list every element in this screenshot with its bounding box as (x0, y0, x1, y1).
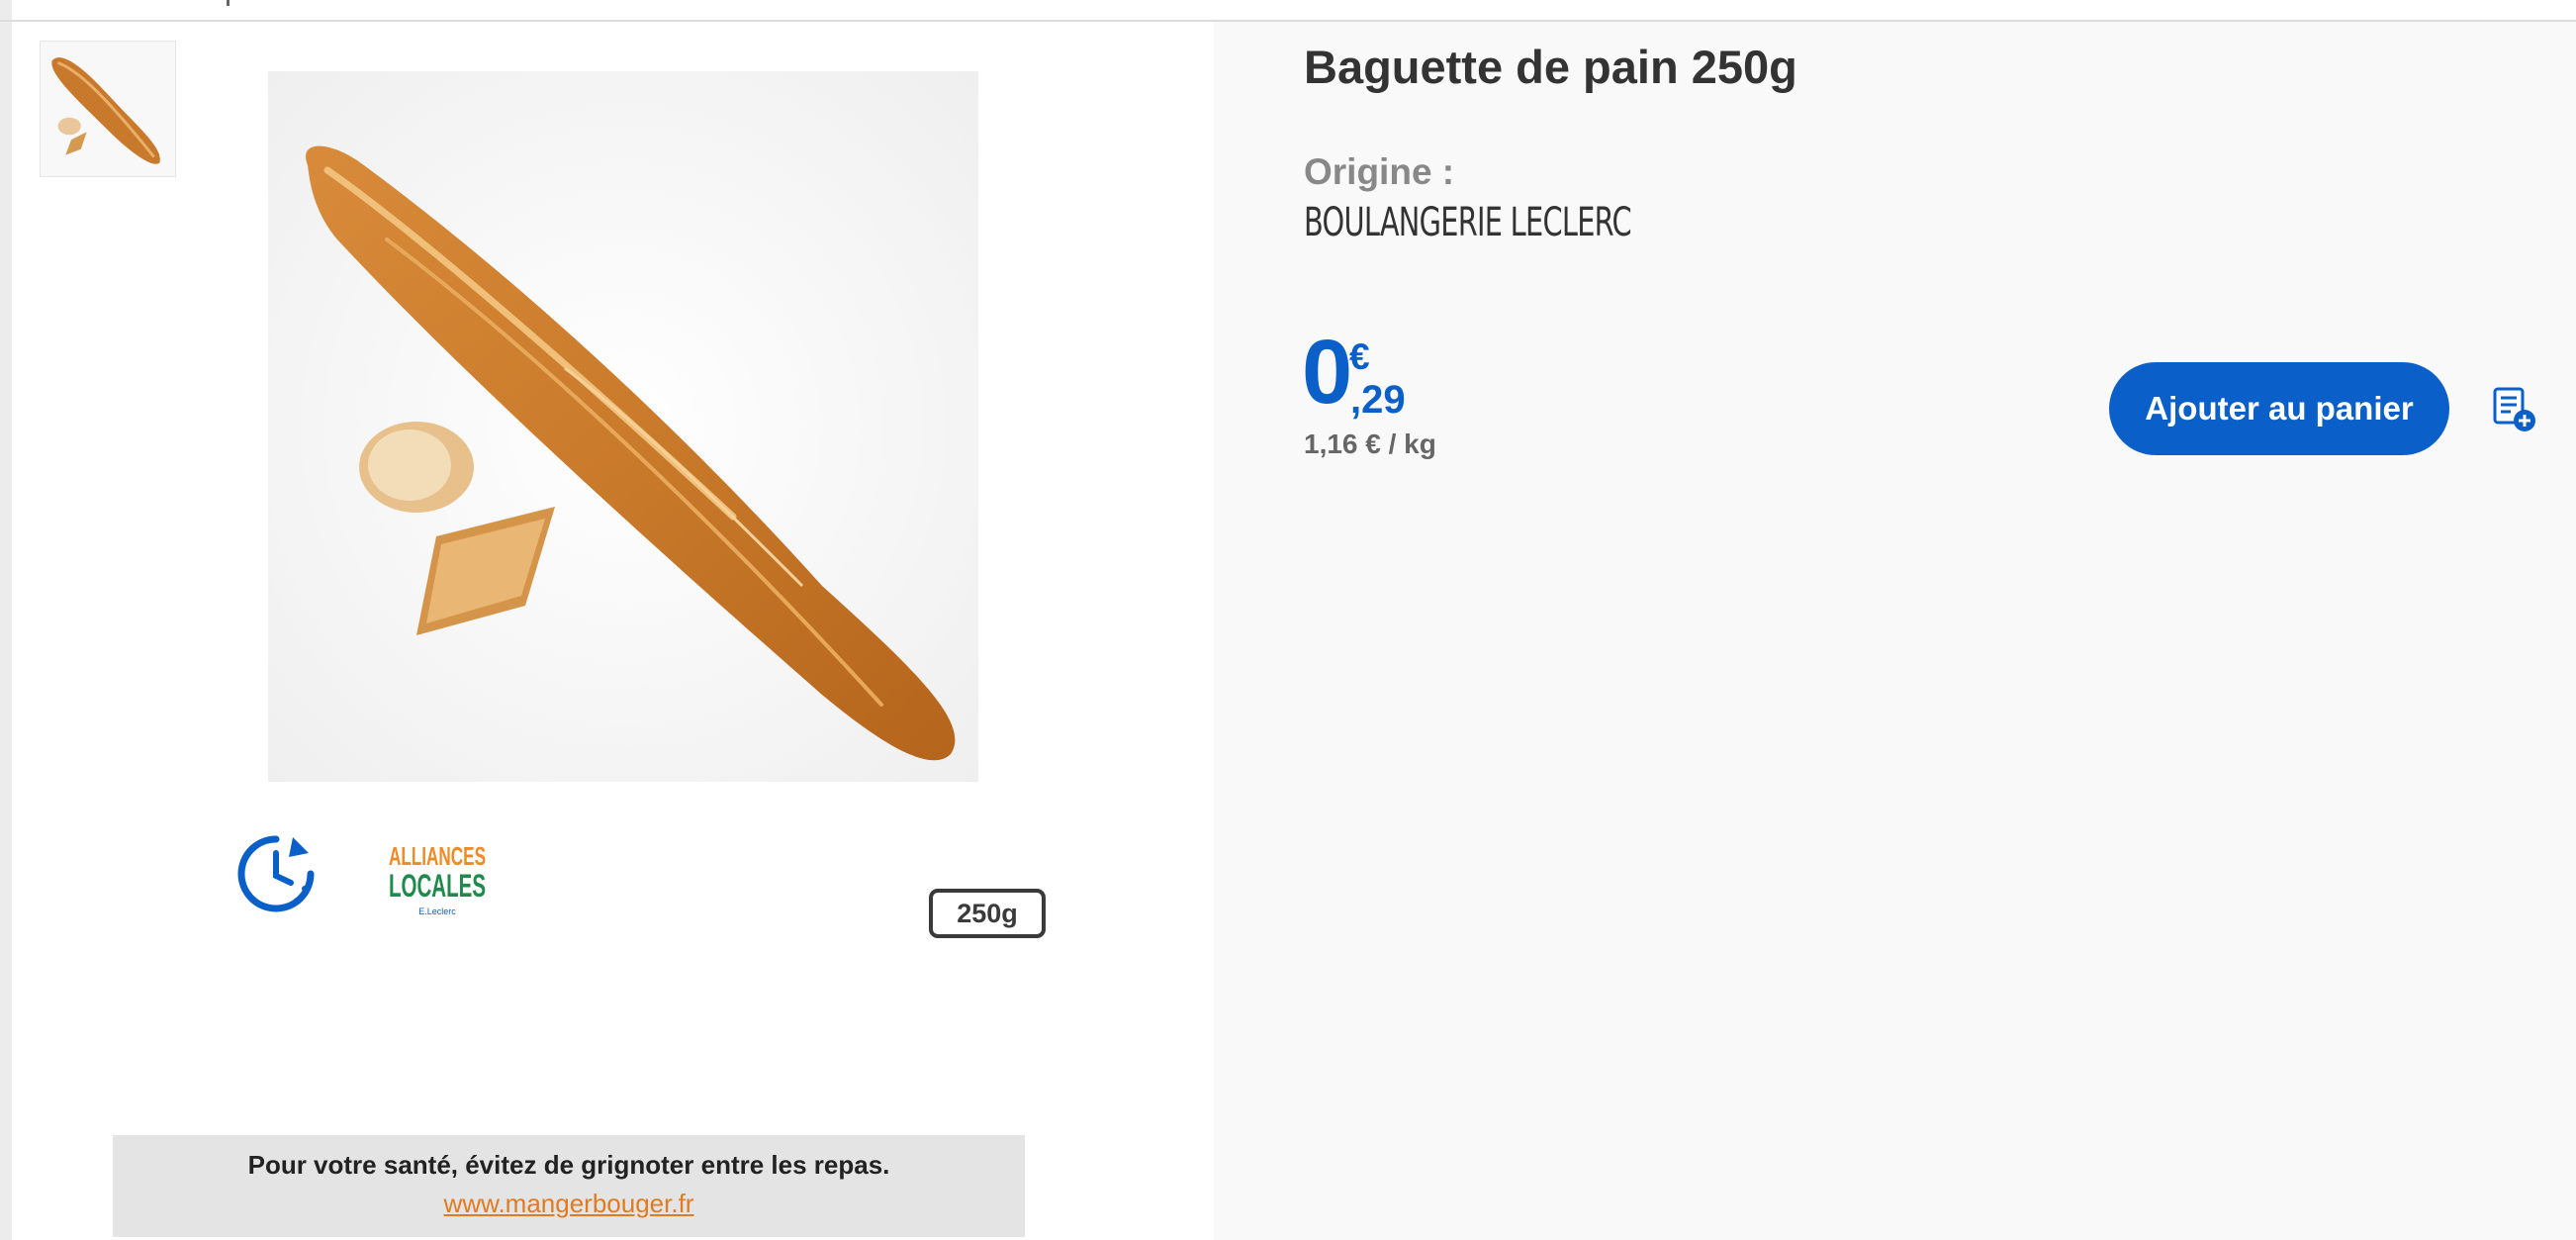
left-edge-strip (0, 0, 12, 1240)
svg-text:E.Leclerc: E.Leclerc (418, 906, 456, 916)
price-integer: 0 (1302, 322, 1353, 423)
baguette-thumbnail-image (41, 42, 175, 176)
clock-refresh-icon (233, 831, 319, 916)
gallery-thumbnail[interactable] (40, 41, 176, 177)
mangerbouger-link[interactable]: www.mangerbouger.fr (113, 1189, 1025, 1219)
product-gallery: ALLIANCES LOCALES E.Leclerc 250g Pour vo… (12, 22, 1214, 1240)
health-message: Pour votre santé, évitez de grignoter en… (247, 1150, 890, 1180)
price-currency: € (1349, 336, 1370, 377)
price-decimals: ,29 (1350, 378, 1406, 422)
svg-text:LOCALES: LOCALES (389, 868, 486, 904)
health-notice: Pour votre santé, évitez de grignoter en… (113, 1135, 1025, 1237)
header-fragment (227, 0, 230, 6)
alliances-locales-logo: ALLIANCES LOCALES E.Leclerc (383, 835, 492, 922)
list-add-icon[interactable] (2491, 386, 2536, 433)
unit-price: 1,16 € / kg (1304, 429, 1436, 459)
product-main-image[interactable] (268, 71, 978, 782)
baguette-image (268, 71, 978, 782)
origin-value: BOULANGERIE LECLERC (1304, 200, 1632, 245)
weight-badge: 250g (929, 889, 1046, 938)
add-to-cart-button[interactable]: Ajouter au panier (2109, 362, 2449, 455)
product-title: Baguette de pain 250g (1304, 41, 1797, 93)
svg-text:ALLIANCES: ALLIANCES (389, 841, 486, 871)
product-page: ALLIANCES LOCALES E.Leclerc 250g Pour vo… (0, 0, 2576, 1240)
origin-label: Origine : (1304, 151, 1455, 192)
